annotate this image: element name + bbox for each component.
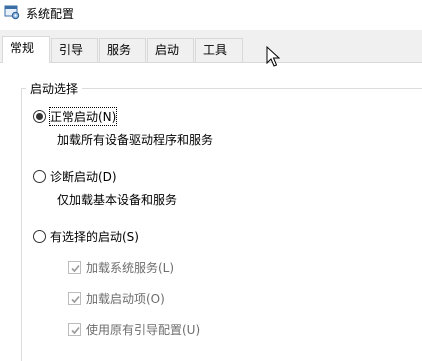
startup-selection-group xyxy=(21,88,422,361)
window-title: 系统配置 xyxy=(26,7,75,21)
selective-startup-radio[interactable] xyxy=(33,230,46,243)
selective-startup-label[interactable]: 有选择的启动(S) xyxy=(50,228,139,245)
mouse-pointer-icon xyxy=(266,45,281,68)
load-system-services-label: 加载系统服务(L) xyxy=(86,261,175,275)
use-original-boot-config-checkbox[interactable] xyxy=(68,323,81,336)
system-config-icon xyxy=(4,4,20,20)
normal-startup-label[interactable]: 正常启动(N) xyxy=(48,107,118,126)
diagnostic-startup-radio[interactable] xyxy=(33,170,46,183)
load-startup-items-checkbox[interactable] xyxy=(68,292,81,305)
tab-tools[interactable]: 工具 xyxy=(195,38,243,62)
normal-startup-radio[interactable] xyxy=(33,110,46,123)
load-startup-items-label: 加载启动项(O) xyxy=(86,292,165,306)
tab-services[interactable]: 服务 xyxy=(99,38,146,62)
diagnostic-startup-description: 仅加载基本设备和服务 xyxy=(57,193,178,207)
checkmark-icon xyxy=(71,326,80,335)
load-system-services-checkbox[interactable] xyxy=(68,261,81,274)
group-legend: 启动选择 xyxy=(26,80,83,97)
tab-boot[interactable]: 引导 xyxy=(51,38,98,62)
checkmark-icon xyxy=(71,264,80,273)
use-original-boot-config-label: 使用原有引导配置(U) xyxy=(86,323,201,337)
radio-selected-dot xyxy=(36,113,43,120)
title-bar: 系统配置 xyxy=(0,0,422,30)
normal-startup-description: 加载所有设备驱动程序和服务 xyxy=(57,133,214,147)
checkmark-icon xyxy=(71,295,80,304)
tab-general[interactable]: 常规 xyxy=(2,36,50,63)
diagnostic-startup-label[interactable]: 诊断启动(D) xyxy=(50,168,117,185)
tab-startup[interactable]: 启动 xyxy=(147,38,194,62)
